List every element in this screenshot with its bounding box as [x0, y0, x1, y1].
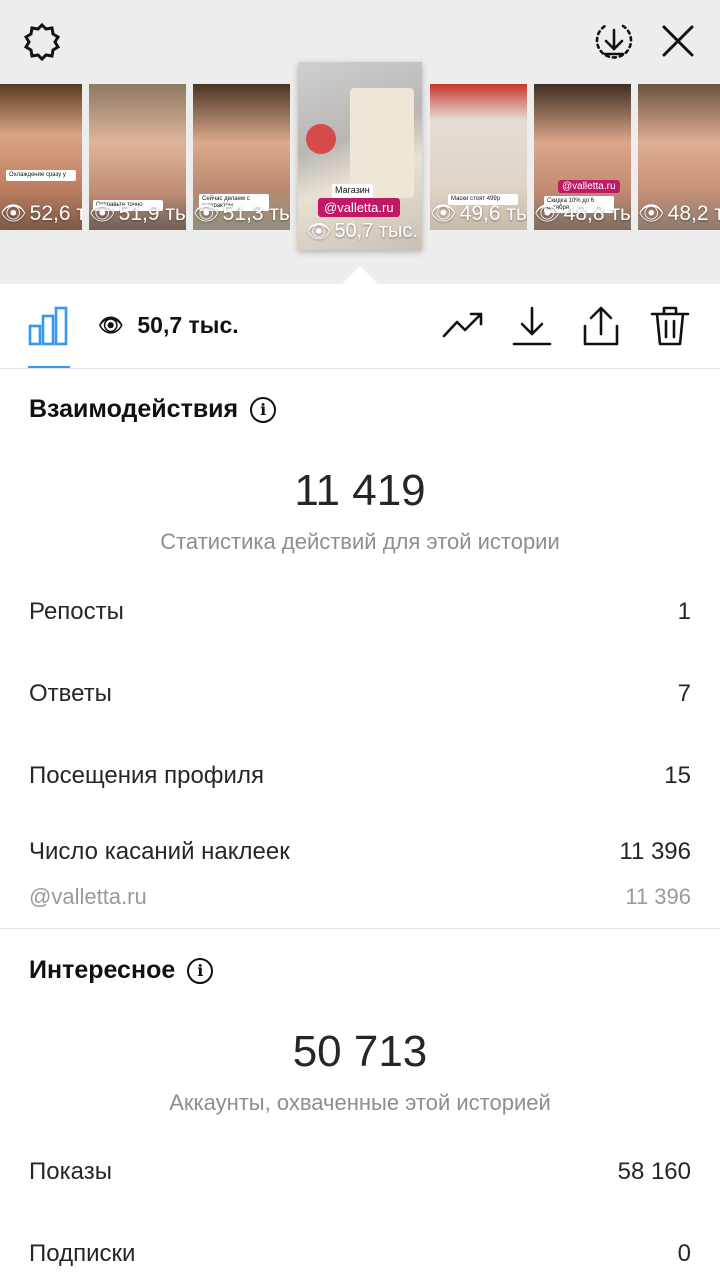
share-icon[interactable]	[579, 304, 623, 348]
section-title-text: Взаимодействия	[29, 395, 239, 423]
stat-value: 1	[677, 598, 691, 625]
section-divider	[0, 928, 720, 929]
views-count: 👁 50,7 тыс.	[98, 312, 239, 338]
discovery-title: Интересное i	[29, 956, 214, 985]
active-tab-indicator	[28, 366, 70, 368]
stat-row-follows: Подписки 0	[29, 1240, 691, 1268]
stat-label: Ответы	[29, 680, 112, 707]
stat-value: 7	[677, 680, 691, 707]
download-icon[interactable]	[510, 304, 554, 348]
story-thumbnail[interactable]: 👁48,2 тыс.	[638, 84, 720, 230]
stat-row-sticker-mention: @valletta.ru 11 396	[29, 884, 691, 910]
eye-icon: 👁	[306, 221, 332, 243]
stat-row-reposts: Репосты 1	[29, 598, 691, 626]
eye-icon: 👁	[89, 202, 116, 225]
interactions-title: Взаимодействия i	[29, 395, 277, 424]
interactions-total: 11 419	[294, 466, 426, 515]
trash-icon[interactable]	[648, 304, 692, 348]
stat-label: Показы	[29, 1158, 112, 1185]
story-toolbar: 👁 50,7 тыс.	[0, 284, 720, 369]
stat-label: @valletta.ru	[29, 884, 147, 909]
story-views: 👁52,6 тыс.	[0, 202, 82, 225]
eye-icon: 👁	[193, 202, 220, 225]
eye-icon: 👁	[430, 202, 457, 225]
story-views: 👁 50,7 тыс.	[306, 220, 418, 243]
story-views: 👁48,2 тыс.	[638, 202, 720, 225]
story-strip-area: Охлаждение сразу у 👁52,6 тыс. Отправьте …	[0, 0, 720, 284]
stat-label: Число касаний наклеек	[29, 838, 290, 865]
info-icon[interactable]: i	[250, 396, 277, 423]
stat-value: 15	[664, 762, 691, 789]
story-thumbnail[interactable]: Отправьте точно 👁51,9 тыс.	[89, 84, 186, 230]
close-icon[interactable]	[656, 19, 700, 63]
story-thumbnail[interactable]: Маски стоят 499р 👁49,6 тыс.	[430, 84, 527, 230]
story-thumbnail[interactable]: @valletta.ru Скидка 10% до 6 октября 👁 48…	[534, 84, 631, 230]
interactions-subtitle: Статистика действий для этой истории	[160, 529, 560, 554]
story-views: 👁51,3 тыс.	[193, 202, 290, 225]
section-title-text: Интересное	[29, 956, 176, 984]
eye-icon: 👁	[98, 315, 124, 337]
stat-value: 58 160	[617, 1158, 691, 1185]
eye-icon: 👁	[534, 202, 561, 225]
stat-value: 0	[677, 1240, 691, 1267]
discovery-total: 50 713	[292, 1027, 428, 1076]
stat-value: 11 396	[619, 838, 691, 865]
story-views: 👁48,8 тыс.	[534, 202, 631, 225]
eye-icon: 👁	[638, 202, 665, 225]
trending-up-icon[interactable]	[441, 304, 485, 348]
stat-label: Подписки	[29, 1240, 136, 1267]
eye-icon: 👁	[0, 202, 27, 225]
stat-row-replies: Ответы 7	[29, 680, 691, 708]
download-circle-icon[interactable]	[592, 19, 636, 63]
story-shop-label: Магазин	[332, 184, 373, 198]
stat-row-profile-visits: Посещения профиля 15	[29, 762, 691, 790]
story-thumbnail[interactable]: Сейчас делаем с экстрактом 👁51,3 тыс.	[193, 84, 290, 230]
story-mention-tag: @valletta.ru	[318, 198, 400, 217]
stat-label: Посещения профиля	[29, 762, 264, 789]
discovery-subtitle: Аккаунты, охваченные этой историей	[169, 1090, 551, 1115]
story-views: 👁51,9 тыс.	[89, 202, 186, 225]
stat-label: Репосты	[29, 598, 124, 625]
story-views: 👁49,6 тыс.	[430, 202, 527, 225]
story-thumbnail-active[interactable]: Магазин @valletta.ru 👁 50,7 тыс.	[298, 62, 422, 250]
info-icon[interactable]: i	[187, 957, 214, 984]
story-mention-tag: @valletta.ru	[558, 180, 620, 193]
stat-row-impressions: Показы 58 160	[29, 1158, 691, 1186]
stat-value: 11 396	[625, 884, 691, 909]
bar-chart-icon[interactable]	[26, 304, 70, 348]
story-thumbnails: Охлаждение сразу у 👁52,6 тыс. Отправьте …	[0, 62, 720, 250]
active-story-pointer	[342, 266, 378, 284]
stat-row-sticker-taps: Число касаний наклеек 11 396	[29, 838, 691, 866]
settings-icon[interactable]	[20, 20, 64, 64]
story-thumbnail[interactable]: Охлаждение сразу у 👁52,6 тыс.	[0, 84, 82, 230]
story-caption: Охлаждение сразу у	[6, 170, 76, 181]
